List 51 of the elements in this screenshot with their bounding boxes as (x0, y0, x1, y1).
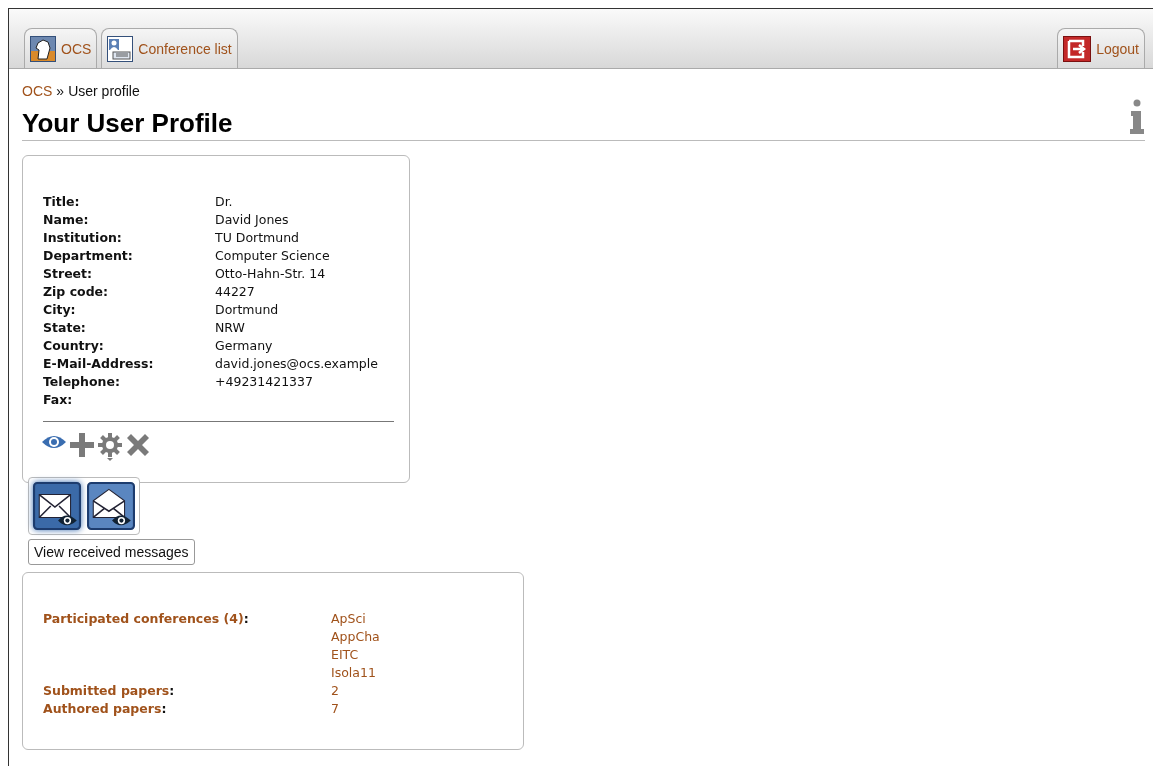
stat-value-link[interactable]: AppCha (331, 628, 508, 646)
field-value: David Jones (215, 211, 290, 229)
field-value: +49231421337 (215, 373, 314, 391)
field-label: Department: (43, 247, 134, 265)
field-value: Otto-Hahn-Str. 14 (215, 265, 327, 283)
field-label: Zip code: (43, 283, 110, 301)
nav-tab[interactable]: Conference list (101, 28, 238, 68)
stat-link[interactable]: Authored papers (43, 700, 162, 718)
field-value: NRW (215, 319, 246, 337)
field-label: Name: (43, 211, 90, 229)
field-label: Institution: (43, 229, 123, 247)
colon-text: : (243, 610, 249, 628)
field-value: 44227 (215, 283, 256, 301)
breadcrumb-current: User profile (68, 83, 140, 99)
stat-link[interactable]: Participated conferences (4) (43, 610, 244, 628)
logout-tab[interactable]: Logout (1057, 28, 1145, 68)
colon-text: : (169, 682, 175, 700)
field-label: Telephone: (43, 373, 121, 391)
stat-value-link[interactable]: ApSci (331, 610, 508, 628)
breadcrumb-link[interactable]: OCS (22, 83, 53, 99)
field-label: Title: (43, 193, 81, 211)
open-envelope-eye-icon[interactable] (87, 482, 135, 530)
field-value: Computer Science (215, 247, 331, 265)
field-label: Country: (43, 337, 105, 355)
gear-icon[interactable] (97, 432, 123, 462)
field-label: Street: (43, 265, 94, 283)
field-value: Germany (215, 337, 274, 355)
stat-value-link[interactable]: EITC (331, 646, 508, 664)
field-value: Dortmund (215, 301, 280, 319)
stat-value-link[interactable]: Isola11 (331, 664, 508, 682)
tooltip: View received messages (28, 539, 195, 565)
field-value: david.jones@ocs.example (215, 355, 379, 373)
envelope-eye-icon[interactable] (33, 482, 81, 530)
contact-list-icon (107, 35, 134, 62)
field-value: TU Dortmund (215, 229, 301, 247)
field-label: E-Mail-Address: (43, 355, 155, 373)
stat-link[interactable]: Submitted papers (43, 682, 170, 700)
breadcrumb-separator: » (56, 83, 65, 99)
info-icon[interactable] (1129, 99, 1145, 135)
stat-value-link[interactable]: 2 (331, 682, 508, 700)
plus-icon[interactable] (69, 432, 95, 458)
colon-text: : (161, 700, 167, 718)
field-value: Dr. (215, 193, 234, 211)
exit-icon (1063, 35, 1092, 62)
stat-value-link[interactable]: 7 (331, 700, 508, 718)
close-icon[interactable] (125, 432, 151, 458)
page-title: Your User Profile (22, 108, 233, 139)
field-label: Fax: (43, 391, 74, 409)
nav-tab[interactable]: OCS (24, 28, 98, 68)
field-label: City: (43, 301, 77, 319)
field-label: State: (43, 319, 87, 337)
